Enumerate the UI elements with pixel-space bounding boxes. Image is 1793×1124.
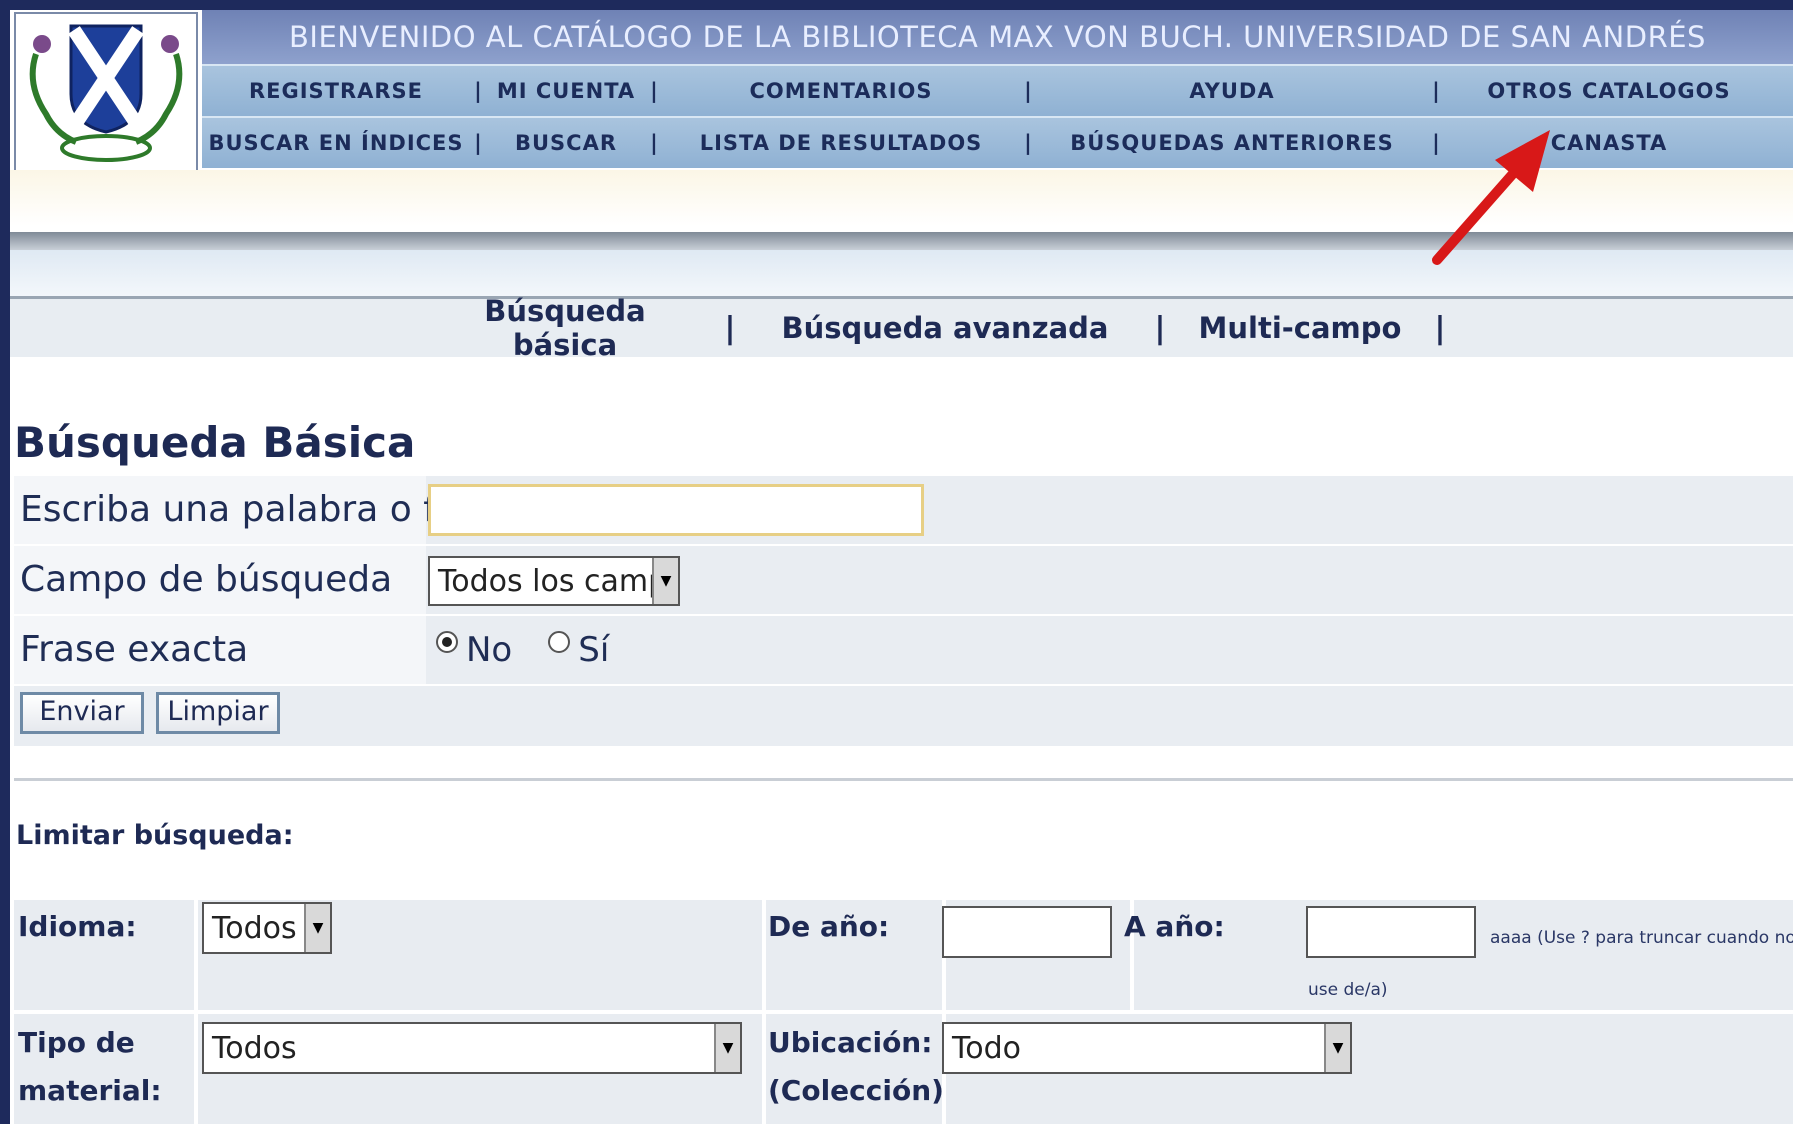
- tipo-select-value: Todos: [212, 1030, 297, 1066]
- idioma-select-value: Todos: [212, 910, 297, 946]
- field-select-value: Todos los campos: [438, 563, 652, 599]
- chevron-down-icon: ▼: [652, 558, 678, 604]
- nav-buscar-indices[interactable]: BUSCAR EN ÍNDICES: [202, 131, 470, 155]
- idioma-select[interactable]: Todos ▼: [202, 902, 332, 954]
- nav-separator: |: [474, 131, 482, 155]
- nav-separator: |: [1024, 79, 1032, 103]
- submit-button[interactable]: Enviar: [20, 692, 144, 734]
- nav-lista-resultados[interactable]: LISTA DE RESULTADOS: [662, 131, 1020, 155]
- nav-separator: |: [1024, 131, 1032, 155]
- catalog-title: BIENVENIDO AL CATÁLOGO DE LA BIBLIOTECA …: [202, 10, 1793, 64]
- ubicacion-label-2: (Colección): [768, 1074, 944, 1107]
- ubicacion-label-1: Ubicación:: [768, 1026, 933, 1059]
- field-row: Campo de búsqueda Todos los campos ▼: [14, 546, 1793, 614]
- year-hint-cont: use de/a): [1308, 980, 1388, 1000]
- nav-separator: |: [1432, 79, 1440, 103]
- tab-separator: |: [1434, 310, 1446, 346]
- chevron-down-icon: ▼: [1324, 1024, 1350, 1072]
- nav-buscar[interactable]: BUSCAR: [486, 131, 646, 155]
- page-title: Búsqueda Básica: [14, 418, 416, 467]
- de-anio-input[interactable]: [942, 906, 1112, 958]
- idioma-label: Idioma:: [18, 910, 137, 943]
- tipo-label-1: Tipo de: [18, 1026, 135, 1059]
- field-label: Campo de búsqueda: [20, 559, 393, 600]
- nav-otros-catalogos[interactable]: OTROS CATALOGOS: [1444, 79, 1774, 103]
- exact-radio-group: No Sí: [436, 616, 609, 684]
- page-frame: BIENVENIDO AL CATÁLOGO DE LA BIBLIOTECA …: [10, 10, 1793, 1124]
- exact-label: Frase exacta: [20, 629, 249, 670]
- radio-no[interactable]: [436, 631, 458, 653]
- tipo-material-select[interactable]: Todos ▼: [202, 1022, 742, 1074]
- field-select[interactable]: Todos los campos ▼: [428, 556, 680, 606]
- a-anio-label: A año:: [1124, 910, 1225, 943]
- ubicacion-select[interactable]: Todo ▼: [942, 1022, 1352, 1074]
- radio-no-label: No: [466, 630, 513, 670]
- annotation-arrow-icon: [1432, 130, 1550, 265]
- nav-comentarios[interactable]: COMENTARIOS: [662, 79, 1020, 103]
- a-anio-input[interactable]: [1306, 906, 1476, 958]
- nav-separator: |: [650, 131, 658, 155]
- nav-busquedas-anteriores[interactable]: BÚSQUEDAS ANTERIORES: [1036, 131, 1428, 155]
- chevron-down-icon: ▼: [304, 904, 330, 952]
- tab-busqueda-basica[interactable]: Búsqueda básica: [430, 294, 700, 362]
- tab-separator: |: [1154, 310, 1166, 346]
- year-hint: aaaa (Use ? para truncar cuando no: [1490, 928, 1793, 948]
- nav-mi-cuenta[interactable]: MI CUENTA: [486, 79, 646, 103]
- section-divider: [14, 778, 1793, 781]
- top-nav-row-1: REGISTRARSE | MI CUENTA | COMENTARIOS | …: [202, 64, 1793, 116]
- tab-multi-campo[interactable]: Multi-campo: [1190, 311, 1410, 345]
- limit-title: Limitar búsqueda:: [16, 820, 294, 851]
- tab-separator: |: [724, 310, 736, 346]
- radio-si-label: Sí: [578, 630, 610, 670]
- de-anio-label: De año:: [768, 910, 890, 943]
- clear-button[interactable]: Limpiar: [156, 692, 280, 734]
- query-input[interactable]: [428, 484, 924, 536]
- ubicacion-select-value: Todo: [952, 1030, 1021, 1066]
- buttons-row: Enviar Limpiar: [14, 686, 1793, 746]
- exact-row: Frase exacta No Sí: [14, 616, 1793, 684]
- search-tabs: Búsqueda básica | Búsqueda avanzada | Mu…: [10, 294, 1793, 362]
- radio-si[interactable]: [548, 631, 571, 653]
- nav-ayuda[interactable]: AYUDA: [1036, 79, 1428, 103]
- query-row: Escriba una palabra o frase: [14, 476, 1793, 544]
- nav-separator: |: [650, 79, 658, 103]
- nav-registrarse[interactable]: REGISTRARSE: [202, 79, 470, 103]
- tipo-label-2: material:: [18, 1074, 162, 1107]
- university-logo: [14, 12, 198, 172]
- nav-separator: |: [474, 79, 482, 103]
- chevron-down-icon: ▼: [714, 1024, 740, 1072]
- tab-busqueda-avanzada[interactable]: Búsqueda avanzada: [760, 311, 1130, 345]
